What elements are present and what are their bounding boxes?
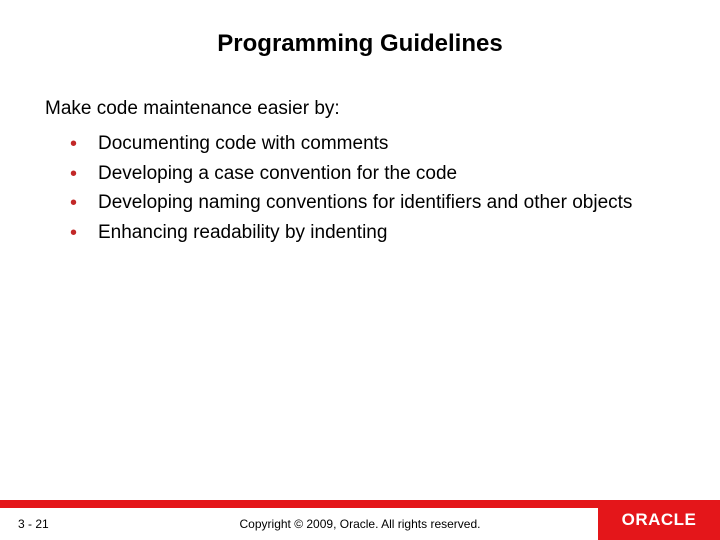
list-item: Developing a case convention for the cod…	[70, 160, 675, 188]
slide: Programming Guidelines Make code mainten…	[0, 0, 720, 540]
oracle-logo: ORACLE	[598, 500, 720, 540]
oracle-logo-text: ORACLE	[622, 510, 697, 530]
list-item: Enhancing readability by indenting	[70, 219, 675, 247]
footer: 3 - 21 Copyright © 2009, Oracle. All rig…	[0, 500, 720, 540]
intro-text: Make code maintenance easier by:	[45, 98, 675, 120]
slide-content: Make code maintenance easier by: Documen…	[0, 98, 720, 540]
bullet-list: Documenting code with comments Developin…	[45, 130, 675, 246]
footer-row: 3 - 21 Copyright © 2009, Oracle. All rig…	[0, 508, 720, 540]
page-number: 3 - 21	[18, 517, 49, 531]
slide-title: Programming Guidelines	[0, 30, 720, 58]
list-item: Developing naming conventions for identi…	[70, 189, 675, 217]
list-item: Documenting code with comments	[70, 130, 675, 158]
